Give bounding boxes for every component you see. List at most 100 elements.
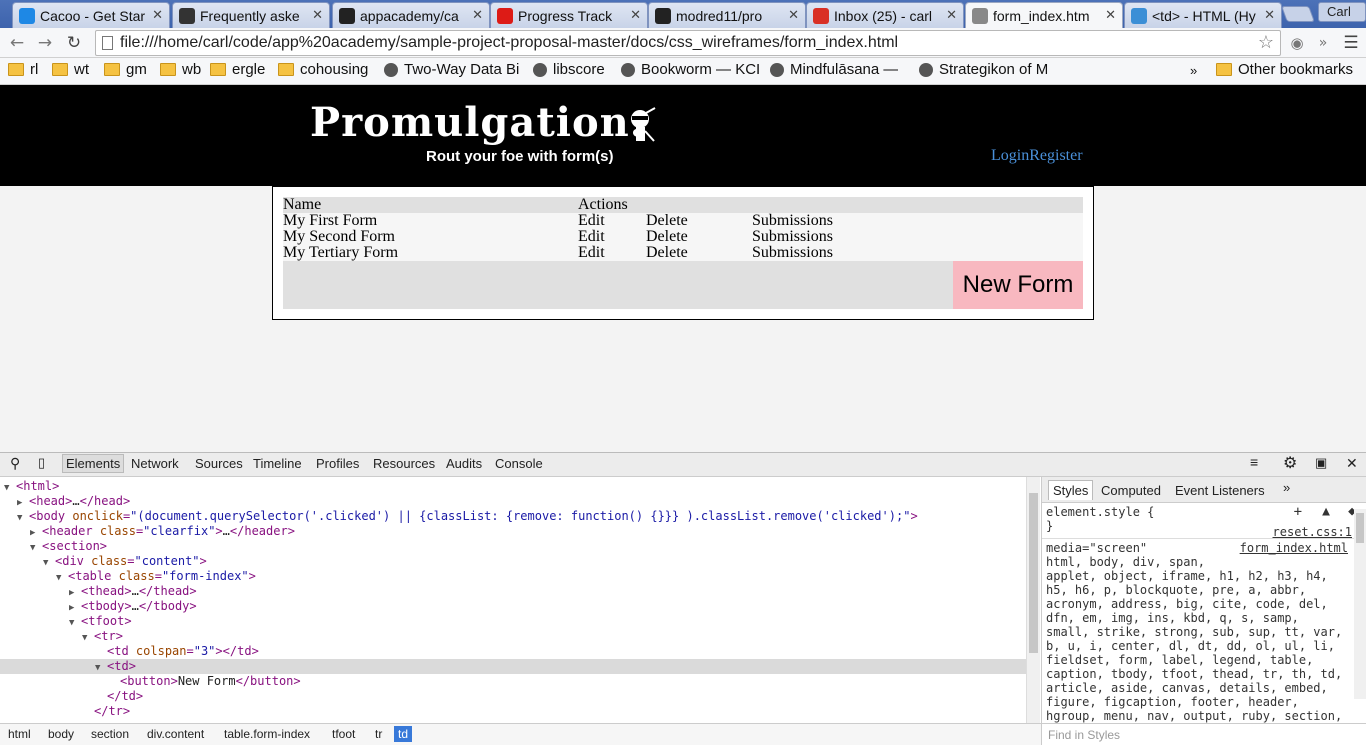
bookmark-item[interactable]: rl <box>8 61 38 78</box>
back-icon[interactable]: ← <box>6 32 28 54</box>
devtools-tab[interactable]: Audits <box>446 456 482 471</box>
profile-button[interactable]: Carl <box>1318 2 1366 22</box>
elements-scrollbar[interactable] <box>1026 477 1040 723</box>
styles-scrollbar-thumb[interactable] <box>1356 513 1364 543</box>
breadcrumb-item[interactable]: tfoot <box>328 726 359 742</box>
dom-node-line[interactable]: <button>New Form</button> <box>0 674 1026 689</box>
delete-link[interactable]: Delete <box>646 229 752 245</box>
dom-node-line[interactable]: </tr> <box>0 704 1026 719</box>
browser-tab[interactable]: Cacoo - Get Star ✕ <box>12 2 170 28</box>
dom-node-line[interactable]: ▼ <html> <box>0 479 1026 494</box>
close-icon[interactable]: ✕ <box>152 8 163 23</box>
bookmark-item[interactable]: wt <box>52 61 89 78</box>
dom-node-line[interactable]: ▼ <tfoot> <box>0 614 1026 629</box>
breadcrumb-item[interactable]: section <box>87 726 133 742</box>
dom-node-line[interactable]: ▼ <table class="form-index"> <box>0 569 1026 584</box>
devtools-tab[interactable]: Timeline <box>253 456 302 471</box>
dom-node-line[interactable]: </td> <box>0 689 1026 704</box>
extension-icon[interactable]: ◉ <box>1286 32 1308 54</box>
bookmark-item[interactable]: ergle <box>210 61 265 78</box>
dom-node-line[interactable]: ▼ <tr> <box>0 629 1026 644</box>
styles-scrollbar[interactable] <box>1354 509 1366 699</box>
forward-icon[interactable]: → <box>34 32 56 54</box>
browser-tab[interactable]: appacademy/ca ✕ <box>332 2 490 28</box>
settings-gear-icon[interactable]: ⚙ <box>1283 453 1297 473</box>
browser-tab[interactable]: form_index.htm ✕ <box>965 2 1123 28</box>
dom-node-line[interactable]: ▶ <thead>…</thead> <box>0 584 1026 599</box>
browser-tab[interactable]: Frequently aske ✕ <box>172 2 330 28</box>
browser-tab[interactable]: <td> - HTML (Hy ✕ <box>1124 2 1282 28</box>
menu-icon[interactable]: ☰ <box>1340 32 1362 54</box>
other-bookmarks[interactable]: Other bookmarks <box>1216 61 1353 78</box>
pin-icon[interactable]: ▲ <box>1322 505 1330 519</box>
source-file-link[interactable]: form_index.html <box>1240 541 1348 555</box>
browser-tab[interactable]: modred11/pro ✕ <box>648 2 806 28</box>
bookmark-item[interactable]: Mindfulāsana — <box>770 61 898 78</box>
bookmark-item[interactable]: Bookworm — KCI <box>621 61 760 78</box>
bookmarks-overflow[interactable]: » <box>1190 63 1197 78</box>
edit-link[interactable]: Edit <box>578 245 646 261</box>
devtools-tab[interactable]: Profiles <box>316 456 359 471</box>
new-tab-button[interactable] <box>1281 6 1315 22</box>
form-name[interactable]: My Tertiary Form <box>283 245 578 261</box>
dom-node-line[interactable]: ▼ <div class="content"> <box>0 554 1026 569</box>
bookmark-item[interactable]: libscore <box>533 61 605 78</box>
find-in-styles-input[interactable]: Find in Styles <box>1042 723 1366 745</box>
devtools-tab[interactable]: Resources <box>373 456 435 471</box>
browser-tab[interactable]: Progress Track ✕ <box>490 2 648 28</box>
close-icon[interactable]: ✕ <box>312 8 323 23</box>
reload-icon[interactable]: ↻ <box>63 32 85 54</box>
form-name[interactable]: My Second Form <box>283 229 578 245</box>
reset-css-link[interactable]: reset.css:1 <box>1273 525 1352 539</box>
close-icon[interactable]: ✕ <box>788 8 799 23</box>
tab-computed[interactable]: Computed <box>1101 483 1161 498</box>
edit-link[interactable]: Edit <box>578 213 646 229</box>
dom-node-line[interactable]: ▶ <tbody>…</tbody> <box>0 599 1026 614</box>
close-icon[interactable]: ✕ <box>1105 8 1116 23</box>
devtools-tab[interactable]: Sources <box>195 456 243 471</box>
tab-event-listeners[interactable]: Event Listeners <box>1175 483 1265 498</box>
overflow-chevron-icon[interactable]: » <box>1312 32 1334 54</box>
close-icon[interactable]: ✕ <box>630 8 641 23</box>
submissions-link[interactable]: Submissions <box>752 245 1083 261</box>
dom-node-line[interactable]: ▼ <body onclick="(document.querySelector(… <box>0 509 1026 524</box>
breadcrumb-item[interactable]: html <box>4 726 35 742</box>
submissions-link[interactable]: Submissions <box>752 229 1083 245</box>
delete-link[interactable]: Delete <box>646 213 752 229</box>
console-drawer-icon[interactable]: ≡ <box>1250 454 1258 470</box>
bookmark-item[interactable]: gm <box>104 61 147 78</box>
submissions-link[interactable]: Submissions <box>752 213 1083 229</box>
breadcrumb-item[interactable]: body <box>44 726 78 742</box>
delete-link[interactable]: Delete <box>646 245 752 261</box>
close-icon[interactable]: ✕ <box>946 8 957 23</box>
register-link[interactable]: Register <box>1029 147 1082 164</box>
device-mode-icon[interactable]: ▯ <box>38 455 45 471</box>
form-name[interactable]: My First Form <box>283 213 578 229</box>
dom-node-line[interactable]: ▼ <td> <box>0 659 1026 674</box>
breadcrumb-item[interactable]: td <box>394 726 413 742</box>
scrollbar-thumb[interactable] <box>1029 493 1038 653</box>
edit-link[interactable]: Edit <box>578 229 646 245</box>
breadcrumb-item[interactable]: table.form-index <box>220 726 314 742</box>
dom-node-line[interactable]: ▶ <header class="clearfix">…</header> <box>0 524 1026 539</box>
devtools-tab[interactable]: Console <box>495 456 543 471</box>
dock-side-icon[interactable]: ▣ <box>1315 455 1327 471</box>
close-icon[interactable]: ✕ <box>1264 8 1275 23</box>
breadcrumb-item[interactable]: tr <box>371 726 386 742</box>
bookmark-item[interactable]: wb <box>160 61 201 78</box>
close-devtools-icon[interactable]: ✕ <box>1346 455 1358 472</box>
styles-overflow[interactable]: » <box>1283 480 1290 495</box>
dom-node-line[interactable]: <td colspan="3"></td> <box>0 644 1026 659</box>
browser-tab[interactable]: Inbox (25) - carl ✕ <box>806 2 964 28</box>
dom-node-line[interactable]: ▼ <section> <box>0 539 1026 554</box>
bookmark-item[interactable]: Two-Way Data Bi <box>384 61 519 78</box>
inspect-search-icon[interactable]: ⚲ <box>10 455 20 472</box>
new-form-button[interactable]: New Form <box>953 261 1083 309</box>
devtools-tab[interactable]: Elements <box>62 454 125 473</box>
tab-styles[interactable]: Styles <box>1048 480 1094 500</box>
bookmark-star-icon[interactable]: ☆ <box>1258 32 1274 53</box>
bookmark-item[interactable]: Strategikon of M <box>919 61 1048 78</box>
login-link[interactable]: Login <box>991 147 1029 164</box>
site-logo[interactable]: Promulgation. <box>310 99 645 146</box>
devtools-tab[interactable]: Network <box>131 456 179 471</box>
